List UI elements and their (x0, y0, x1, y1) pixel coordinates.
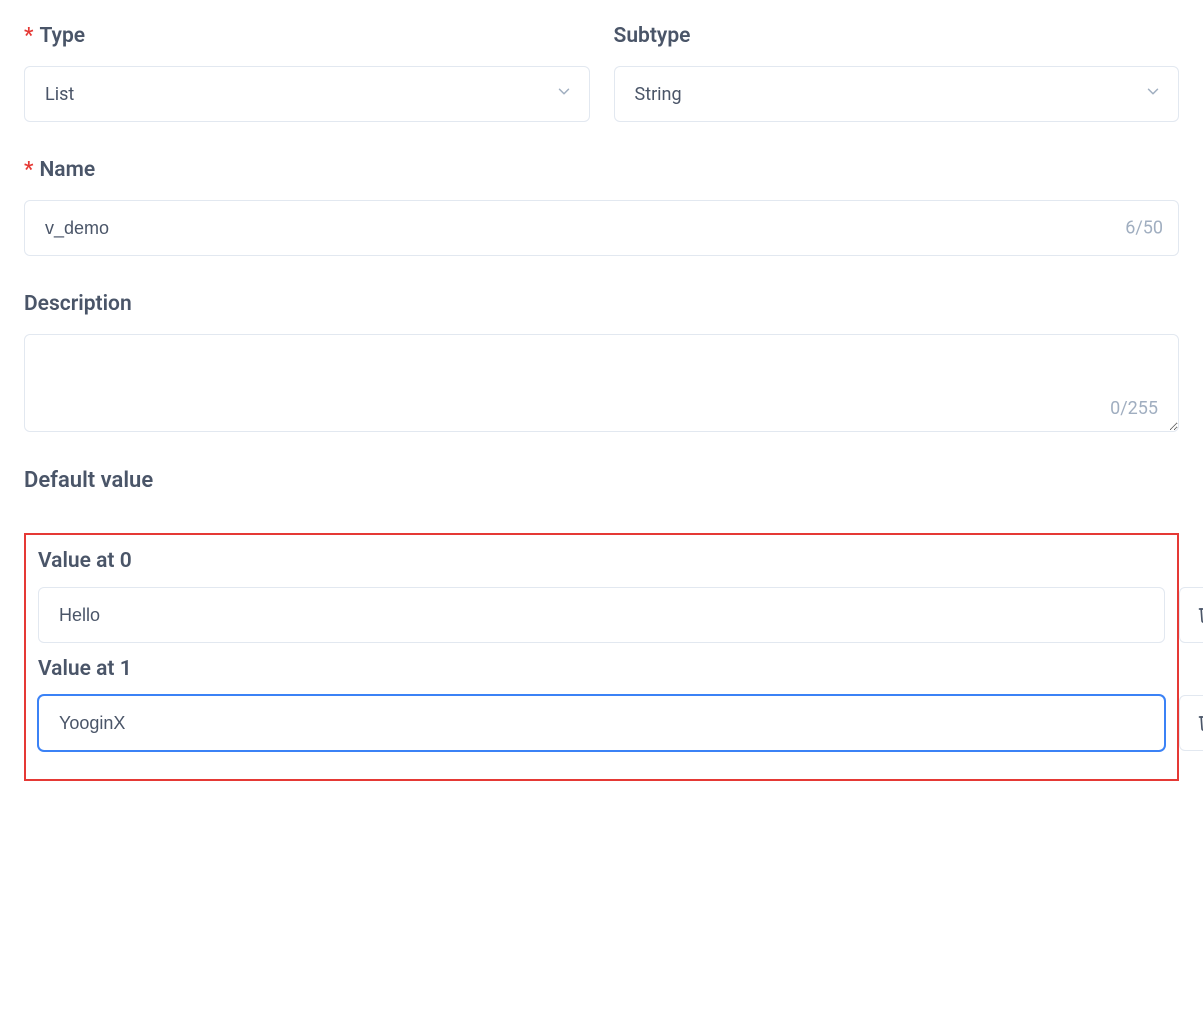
trash-icon (1197, 604, 1203, 627)
subtype-label: Subtype (614, 24, 691, 48)
type-select[interactable]: List (24, 66, 590, 122)
subtype-select[interactable]: String (614, 66, 1180, 122)
subtype-selected-value: String (635, 84, 682, 105)
chevron-down-icon (555, 83, 573, 106)
required-star: * (24, 158, 33, 182)
type-label: Type (39, 24, 85, 48)
type-selected-value: List (45, 84, 74, 105)
delete-value-1-button[interactable] (1179, 695, 1203, 751)
chevron-down-icon (1144, 83, 1162, 106)
name-label: Name (39, 158, 95, 182)
required-star: * (24, 24, 33, 48)
delete-value-0-button[interactable] (1179, 587, 1203, 643)
default-values-highlight: Value at 0 Value at 1 (24, 533, 1179, 781)
name-input[interactable] (24, 200, 1179, 256)
value-1-label: Value at 1 (38, 657, 1165, 681)
trash-icon (1197, 712, 1203, 735)
default-value-header: Default value (24, 468, 1179, 493)
description-label: Description (24, 292, 132, 316)
value-1-input[interactable] (38, 695, 1165, 751)
value-0-input[interactable] (38, 587, 1165, 643)
description-textarea[interactable] (25, 335, 1178, 431)
value-0-label: Value at 0 (38, 549, 1165, 573)
